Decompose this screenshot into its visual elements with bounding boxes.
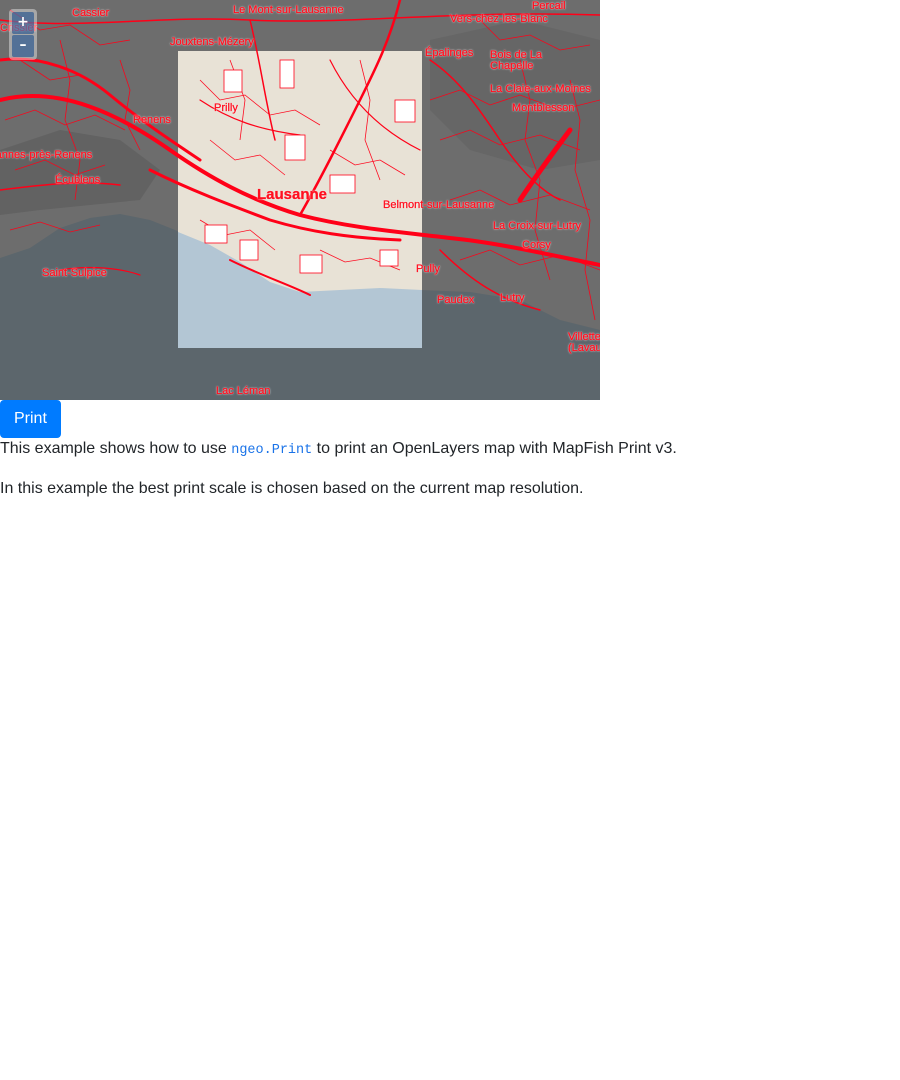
map-label: Belmont-sur-Lausanne <box>383 199 495 211</box>
zoom-control: + – <box>9 9 37 60</box>
map-label: Paudex <box>437 294 475 306</box>
description-text-before: This example shows how to use <box>0 440 232 457</box>
map-label: Montblesson <box>512 102 575 114</box>
print-button[interactable]: Print <box>0 400 61 438</box>
map-label-lausanne: Lausanne <box>257 186 328 203</box>
map-label: La Claie-aux-Moines <box>490 83 591 95</box>
map-label: Cassier <box>72 7 110 19</box>
zoom-in-button[interactable]: + <box>12 12 34 34</box>
map-label: Villette (Lavaux) <box>568 331 600 354</box>
description-line-1: This example shows how to use ngeo.Print… <box>0 437 677 463</box>
map-label: Renens <box>133 114 171 126</box>
map-label: Bois de La Chapelle <box>490 49 542 72</box>
map-label: Corsy <box>522 239 551 251</box>
map-label: Percail <box>532 0 566 12</box>
map-label: Jouxtens-Mézery <box>170 36 254 48</box>
map-label: Pully <box>416 263 440 275</box>
map-label: Écublens <box>55 174 101 186</box>
map-label: Chavannes-près-Renens <box>0 149 93 161</box>
map-label: Lac Léman <box>216 385 271 397</box>
description-text-after: to print an OpenLayers map with MapFish … <box>312 440 677 457</box>
code-ngeo-print: ngeo.Print <box>231 443 313 458</box>
map-label: La Croix-sur-Lutry <box>493 220 582 232</box>
map-label: Le Mont-sur-Lausanne <box>233 4 344 16</box>
map-label: Saint-Sulpice <box>42 267 107 279</box>
description-line-2: In this example the best print scale is … <box>0 480 584 497</box>
map-label: Épalinges <box>425 47 474 59</box>
map-label: Lutry <box>500 292 525 304</box>
map[interactable]: Cassier Le Mont-sur-Lausanne Percail Ver… <box>0 0 600 400</box>
map-label: Vers-chez-les-Blanc <box>450 13 548 25</box>
zoom-out-button[interactable]: – <box>12 35 34 57</box>
map-label: Prilly <box>214 102 238 114</box>
